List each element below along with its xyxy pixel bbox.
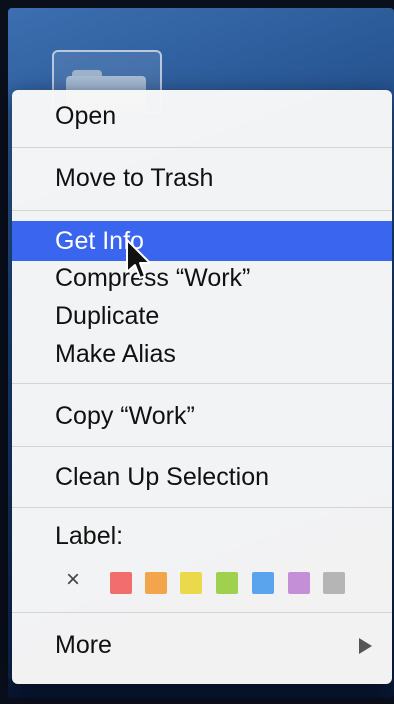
menu-item-move-to-trash[interactable]: Move to Trash xyxy=(12,158,392,198)
label-swatch-yellow[interactable] xyxy=(180,572,202,594)
menu-item-make-alias[interactable]: Make Alias xyxy=(12,334,392,374)
menu-separator xyxy=(12,446,392,447)
menu-item-clean-up-selection[interactable]: Clean Up Selection xyxy=(12,457,392,497)
context-menu: Open Move to Trash Get Info Compress “Wo… xyxy=(12,90,392,684)
label-heading: Label: xyxy=(55,522,124,550)
menu-separator xyxy=(12,612,392,613)
label-swatch-blue[interactable] xyxy=(252,572,274,594)
menu-separator xyxy=(12,210,392,211)
label-swatch-red[interactable] xyxy=(110,572,132,594)
menu-item-copy[interactable]: Copy “Work” xyxy=(12,396,392,436)
mouse-pointer-icon xyxy=(126,239,151,279)
label-swatch-green[interactable] xyxy=(216,572,238,594)
menu-item-get-info[interactable]: Get Info xyxy=(12,221,392,261)
menu-separator xyxy=(12,383,392,384)
menu-item-more[interactable]: More xyxy=(12,625,392,665)
menu-separator xyxy=(12,147,392,148)
menu-item-duplicate[interactable]: Duplicate xyxy=(12,296,392,336)
label-swatch-gray[interactable] xyxy=(323,572,345,594)
no-label-icon[interactable]: × xyxy=(66,568,80,592)
label-swatches: × xyxy=(66,568,386,594)
submenu-arrow-icon xyxy=(359,638,372,654)
menu-item-compress[interactable]: Compress “Work” xyxy=(12,258,392,298)
label-swatch-purple[interactable] xyxy=(288,572,310,594)
menu-item-open[interactable]: Open xyxy=(12,96,392,136)
label-swatch-orange[interactable] xyxy=(145,572,167,594)
menu-separator xyxy=(12,507,392,508)
